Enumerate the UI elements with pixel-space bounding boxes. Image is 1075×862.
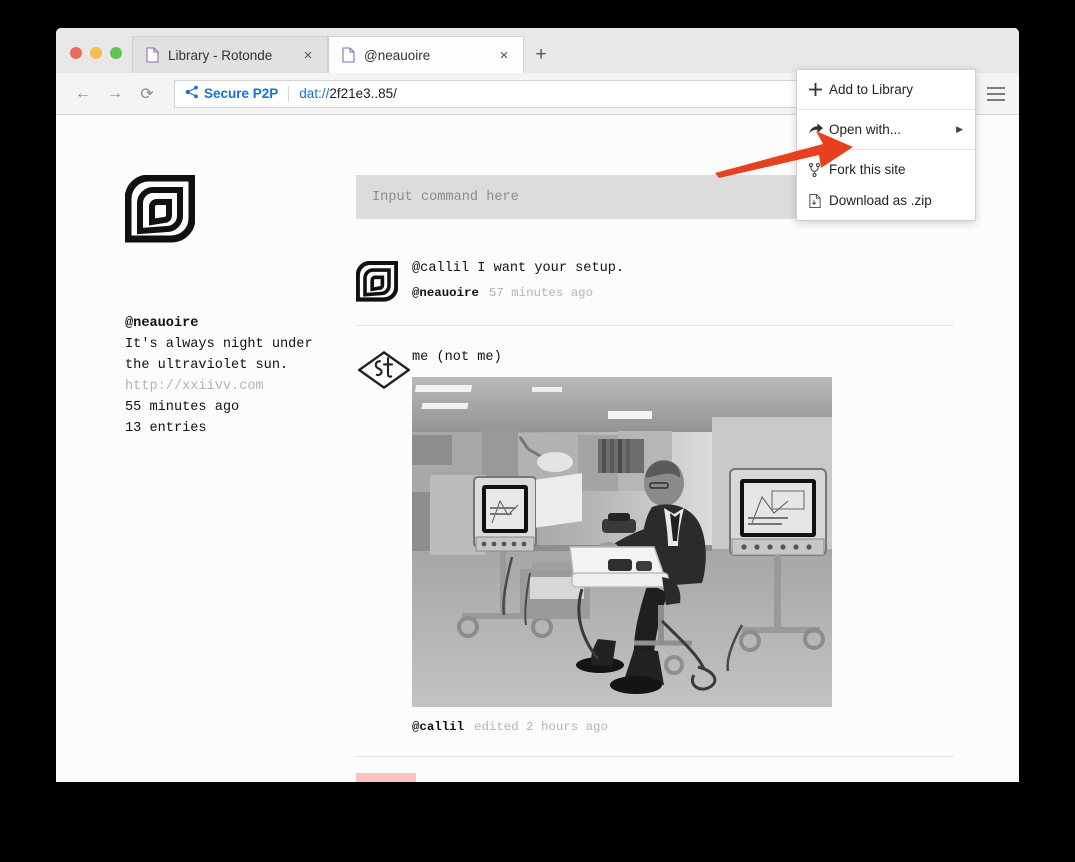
profile-handle: @neauoire — [125, 316, 199, 331]
fork-icon — [809, 162, 829, 177]
vintage-workstation-photo — [412, 377, 832, 707]
post-image[interactable] — [412, 377, 832, 707]
url-host: 2f21e3..85/ — [329, 86, 397, 101]
post-body: me (not me) @callil edited 2 hours ago — [412, 348, 954, 734]
maximize-window-button[interactable] — [110, 47, 122, 59]
chevron-right-icon: ▶ — [956, 124, 963, 134]
post-author[interactable]: @callil — [412, 720, 464, 734]
post-timestamp: edited 2 hours ago — [474, 720, 608, 734]
new-tab-button[interactable]: + — [524, 36, 558, 73]
post-avatar-spiral-icon[interactable] — [355, 259, 412, 307]
post-meta: @callil edited 2 hours ago — [412, 720, 954, 734]
menu-item-download-zip[interactable]: Download as .zip — [797, 185, 975, 216]
secure-p2p-badge[interactable]: Secure P2P — [185, 85, 278, 102]
page-icon — [146, 47, 159, 63]
tab-title: @neauoire — [364, 47, 431, 63]
hamburger-menu-icon[interactable] — [981, 79, 1011, 109]
back-icon[interactable]: ← — [68, 79, 98, 109]
tab-title: Library - Rotonde — [168, 47, 273, 63]
next-post-placeholder — [356, 773, 416, 782]
feed-divider — [356, 756, 954, 757]
tab-neauoire[interactable]: @neauoire × — [328, 36, 524, 73]
tab-strip: Library - Rotonde × @neauoire × + — [56, 28, 1019, 73]
url-scheme: dat:// — [299, 86, 330, 101]
menu-item-label: Fork this site — [829, 162, 906, 177]
post-author[interactable]: @neauoire — [412, 286, 479, 300]
profile-bio-line-2: the ultraviolet sun. — [125, 358, 289, 373]
url-divider — [288, 85, 290, 102]
feed-post: @callil I want your setup. @neauoire 57 m… — [355, 259, 954, 325]
profile-details: @neauoire It's always night under the ul… — [125, 313, 356, 439]
menu-item-label: Add to Library — [829, 82, 914, 97]
command-input-placeholder: Input command here — [372, 189, 519, 205]
feed-post: me (not me) @callil edited 2 hours ago — [356, 325, 954, 752]
post-text: me (not me) — [412, 350, 502, 365]
menu-item-open-with[interactable]: Open with... ▶ — [797, 114, 975, 145]
post-meta: @neauoire 57 minutes ago — [412, 286, 954, 300]
profile-bio-line-1: It's always night under — [125, 337, 313, 352]
download-file-icon — [809, 193, 829, 208]
menu-item-label: Open with... — [829, 122, 902, 137]
menu-item-label: Download as .zip — [829, 193, 932, 208]
forward-icon[interactable]: → — [100, 79, 130, 109]
post-body: @callil I want your setup. @neauoire 57 m… — [412, 259, 954, 307]
menu-divider — [797, 149, 975, 150]
plus-icon — [809, 83, 829, 96]
menu-divider — [797, 109, 975, 110]
profile-url[interactable]: http://xxiivv.com — [125, 376, 356, 397]
secure-p2p-label: Secure P2P — [204, 86, 279, 101]
profile-sidebar: @neauoire It's always night under the ul… — [56, 174, 356, 782]
profile-avatar-spiral-icon — [124, 174, 196, 243]
post-text: @callil I want your setup. — [412, 261, 625, 276]
profile-updated: 55 minutes ago — [125, 400, 240, 415]
window-controls — [64, 47, 132, 73]
site-dropdown-menu: Add to Library Open with... ▶ Fork this … — [796, 69, 976, 221]
share-nodes-icon — [185, 85, 199, 102]
reload-icon[interactable]: ⟳ — [132, 79, 162, 109]
url-bar[interactable]: Secure P2P dat://2f21e3..85/ — [174, 79, 806, 108]
page-icon — [342, 47, 355, 63]
tab-close-button[interactable]: × — [495, 46, 513, 64]
menu-item-add-to-library[interactable]: Add to Library — [797, 74, 975, 105]
post-avatar-lens-monogram-icon[interactable] — [356, 348, 412, 734]
close-window-button[interactable] — [70, 47, 82, 59]
profile-entry-count: 13 entries — [125, 421, 207, 436]
browser-window: Library - Rotonde × @neauoire × + ← → ⟳ … — [56, 28, 1019, 782]
tab-library-rotonde[interactable]: Library - Rotonde × — [132, 36, 328, 73]
menu-item-fork-this-site[interactable]: Fork this site — [797, 154, 975, 185]
feed-column: Input command here @callil I want your s… — [355, 175, 1019, 782]
tab-close-button[interactable]: × — [299, 46, 317, 64]
share-arrow-icon — [809, 123, 829, 136]
post-timestamp: 57 minutes ago — [488, 286, 594, 300]
minimize-window-button[interactable] — [90, 47, 102, 59]
